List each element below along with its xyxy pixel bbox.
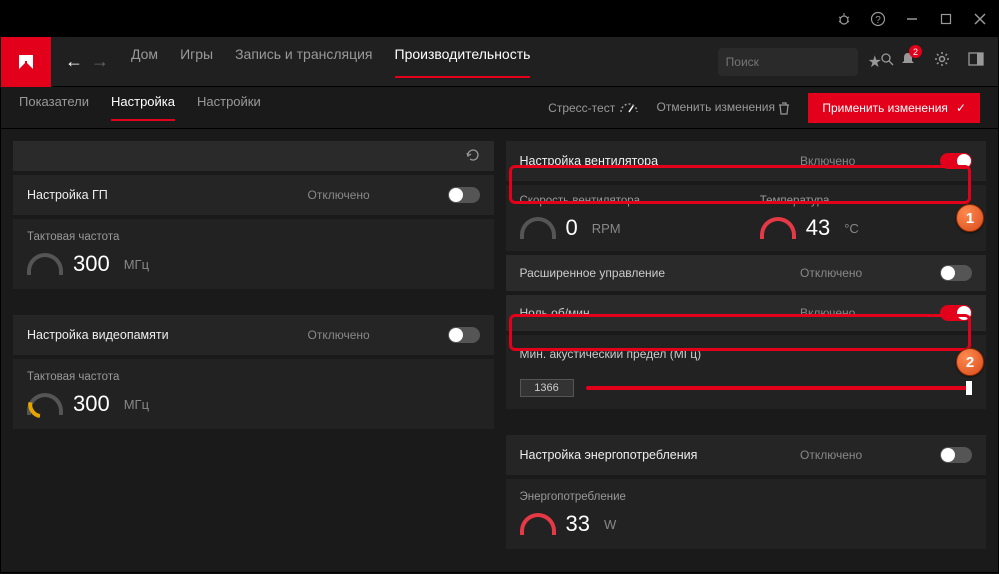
subtab-tuning[interactable]: Настройка bbox=[111, 94, 175, 121]
content: Настройка ГП Отключено Тактовая частота … bbox=[1, 129, 998, 574]
gauge-icon bbox=[27, 253, 63, 275]
advanced-control-toggle[interactable] bbox=[940, 265, 972, 281]
annotation-badge-2: 2 bbox=[956, 348, 984, 376]
fan-speed-label: Скорость вентилятора bbox=[520, 195, 732, 207]
gpu-clock-card: Тактовая частота 300 МГц bbox=[13, 219, 494, 289]
fan-tuning-state: Включено bbox=[800, 154, 940, 168]
vram-tuning-label: Настройка видеопамяти bbox=[27, 328, 308, 342]
vram-clock-unit: МГц bbox=[124, 397, 149, 412]
nav-games[interactable]: Игры bbox=[180, 46, 213, 78]
subactions: Стресс-тест Отменить изменения Применить… bbox=[548, 93, 980, 123]
temp-metric: Температура 43 °C bbox=[746, 185, 986, 251]
gpu-tuning-state: Отключено bbox=[308, 188, 448, 202]
gpu-tuning-header: Настройка ГП Отключено bbox=[13, 175, 494, 215]
gpu-tuning-label: Настройка ГП bbox=[27, 188, 308, 202]
preset-stub bbox=[13, 141, 494, 171]
acoustic-limit-slider[interactable] bbox=[586, 386, 973, 390]
gpu-clock-label: Тактовая частота bbox=[27, 231, 480, 243]
bell-icon[interactable]: 2 bbox=[900, 51, 916, 72]
acoustic-limit-card: Мин. акустический предел (МГц) 1366 bbox=[506, 335, 987, 409]
nav-performance[interactable]: Производительность bbox=[395, 46, 531, 78]
amd-logo bbox=[1, 37, 51, 87]
zero-rpm-label: Ноль об/мин bbox=[520, 306, 801, 320]
bug-icon[interactable] bbox=[836, 11, 852, 27]
zero-rpm-toggle[interactable] bbox=[940, 305, 972, 321]
subtab-metrics[interactable]: Показатели bbox=[19, 94, 89, 121]
left-column: Настройка ГП Отключено Тактовая частота … bbox=[13, 141, 494, 562]
nav-arrows: ← → bbox=[65, 51, 109, 72]
power-card: Энергопотребление 33 W bbox=[506, 479, 987, 549]
subtab-settings[interactable]: Настройки bbox=[197, 94, 261, 121]
zero-rpm-state: Включено bbox=[800, 306, 940, 320]
vram-clock-label: Тактовая частота bbox=[27, 371, 480, 383]
power-tuning-toggle[interactable] bbox=[940, 447, 972, 463]
titlebar: ? bbox=[1, 1, 998, 37]
nav-streaming[interactable]: Запись и трансляция bbox=[235, 46, 372, 78]
stress-test[interactable]: Стресс-тест bbox=[548, 101, 638, 115]
fan-speed-value: 0 bbox=[566, 215, 578, 241]
nav-home[interactable]: Дом bbox=[131, 46, 158, 78]
advanced-control-row: Расширенное управление Отключено bbox=[506, 255, 987, 291]
gpu-tuning-toggle[interactable] bbox=[448, 187, 480, 203]
close-icon[interactable] bbox=[972, 11, 988, 27]
star-icon[interactable]: ★ bbox=[868, 52, 882, 72]
apply-button[interactable]: Применить изменения ✓ bbox=[808, 93, 980, 123]
subtabs: Показатели Настройка Настройки bbox=[19, 94, 261, 121]
acoustic-limit-label: Мин. акустический предел (МГц) bbox=[520, 347, 973, 361]
temp-label: Температура bbox=[760, 195, 972, 207]
gpu-clock-value: 300 bbox=[73, 251, 110, 277]
fan-tuning-toggle[interactable] bbox=[940, 153, 972, 169]
acoustic-limit-value[interactable]: 1366 bbox=[520, 379, 574, 397]
power-label: Энергопотребление bbox=[520, 491, 973, 503]
temp-value: 43 bbox=[806, 215, 830, 241]
vram-tuning-state: Отключено bbox=[308, 328, 448, 342]
back-icon[interactable]: ← bbox=[65, 51, 83, 72]
power-tuning-header: Настройка энергопотребления Отключено bbox=[506, 435, 987, 475]
zero-rpm-row: Ноль об/мин Включено bbox=[506, 295, 987, 331]
svg-text:?: ? bbox=[875, 15, 881, 26]
reset-icon[interactable] bbox=[466, 148, 480, 165]
top-icons: ★ 2 bbox=[868, 51, 984, 72]
subbar: Показатели Настройка Настройки Стресс-те… bbox=[1, 87, 998, 129]
fan-speed-unit: RPM bbox=[592, 221, 621, 236]
power-value: 33 bbox=[566, 511, 590, 537]
vram-clock-card: Тактовая частота 300 МГц bbox=[13, 359, 494, 429]
fan-metrics: Скорость вентилятора 0 RPM Температура 4… bbox=[506, 185, 987, 251]
help-icon[interactable]: ? bbox=[870, 11, 886, 27]
forward-icon[interactable]: → bbox=[91, 51, 109, 72]
main-nav: Дом Игры Запись и трансляция Производите… bbox=[131, 46, 530, 78]
power-tuning-label: Настройка энергопотребления bbox=[520, 448, 801, 462]
search-box[interactable] bbox=[718, 48, 858, 76]
fan-tuning-header: Настройка вентилятора Включено bbox=[506, 141, 987, 181]
power-tuning-state: Отключено bbox=[800, 448, 940, 462]
bell-badge: 2 bbox=[909, 45, 922, 58]
gauge-icon bbox=[520, 217, 556, 239]
gauge-icon bbox=[520, 513, 556, 535]
search-input[interactable] bbox=[726, 55, 881, 69]
gauge-icon bbox=[760, 217, 796, 239]
fan-tuning-label: Настройка вентилятора bbox=[520, 154, 801, 168]
advanced-control-state: Отключено bbox=[800, 266, 940, 280]
revert-changes[interactable]: Отменить изменения bbox=[657, 100, 791, 115]
vram-tuning-toggle[interactable] bbox=[448, 327, 480, 343]
minimize-icon[interactable] bbox=[904, 11, 920, 27]
advanced-control-label: Расширенное управление bbox=[520, 266, 801, 280]
annotation-badge-1: 1 bbox=[956, 204, 984, 232]
right-column: Настройка вентилятора Включено Скорость … bbox=[506, 141, 987, 562]
gauge-icon bbox=[27, 393, 63, 415]
gear-icon[interactable] bbox=[934, 51, 950, 72]
vram-tuning-header: Настройка видеопамяти Отключено bbox=[13, 315, 494, 355]
vram-clock-value: 300 bbox=[73, 391, 110, 417]
temp-unit: °C bbox=[844, 221, 859, 236]
gpu-clock-unit: МГц bbox=[124, 257, 149, 272]
maximize-icon[interactable] bbox=[938, 11, 954, 27]
power-unit: W bbox=[604, 517, 616, 532]
topbar: ← → Дом Игры Запись и трансляция Произво… bbox=[1, 37, 998, 87]
fan-speed-metric: Скорость вентилятора 0 RPM bbox=[506, 185, 746, 251]
panel-icon[interactable] bbox=[968, 51, 984, 72]
